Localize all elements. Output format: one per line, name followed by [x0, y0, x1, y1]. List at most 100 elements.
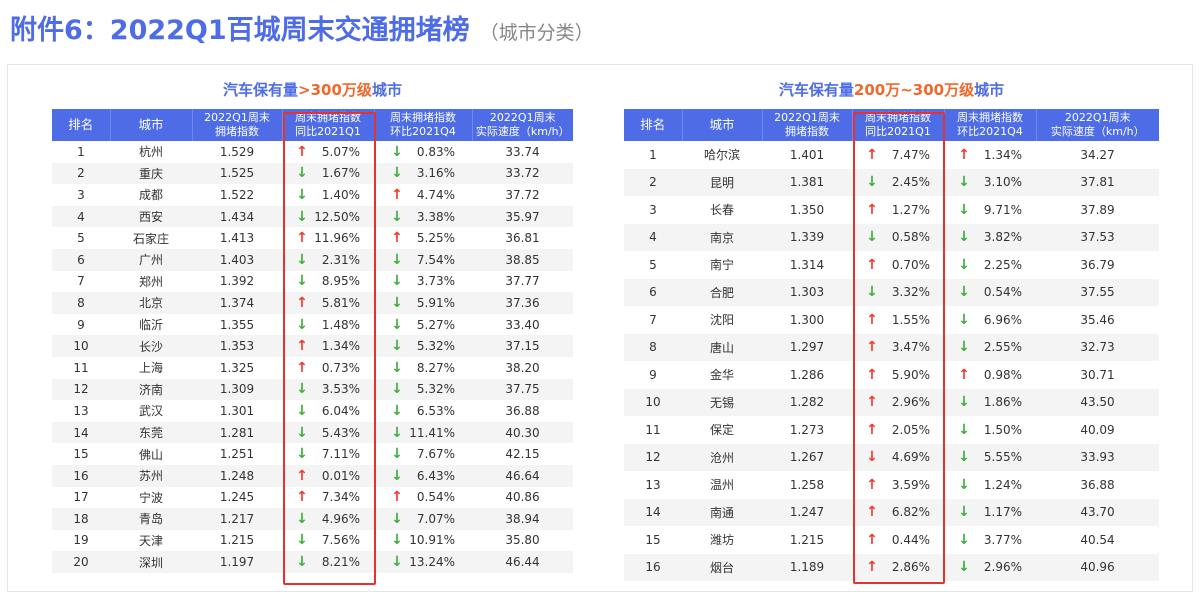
cell-city: 北京	[110, 292, 192, 314]
percent-text: 0.54%	[983, 285, 1022, 300]
arrow-up-icon: ↑	[296, 467, 308, 484]
percent-text: 1.86%	[983, 395, 1022, 410]
cell-city: 广州	[110, 248, 192, 271]
cell-qoq: ↓ 6.96%	[944, 306, 1036, 334]
cell-yoy: ↑ 7.47%	[852, 141, 944, 169]
cell-qoq: ↓ 1.17%	[944, 498, 1036, 526]
table-row: 8 北京 1.374 ↑ 5.81% ↓ 5.91% 37.36	[52, 292, 573, 314]
cell-speed: 35.97	[472, 205, 573, 228]
section-title: 汽车保有量200万~300万级城市	[624, 65, 1159, 109]
section-title-highlight: 200万~300万级	[853, 81, 975, 99]
cell-index: 1.282	[762, 388, 852, 416]
change-value: ↑ 0.54%	[391, 489, 455, 505]
cell-qoq: ↓ 3.73%	[374, 270, 472, 293]
cell-index: 1.245	[192, 486, 282, 509]
cell-city: 成都	[110, 184, 192, 206]
table-row: 14 南通 1.247 ↑ 6.82% ↓ 1.17% 43.70	[624, 498, 1159, 526]
cell-qoq: ↑ 0.98%	[944, 361, 1036, 389]
change-value: ↓ 11.41%	[391, 425, 455, 441]
change-value: ↑ 7.47%	[866, 147, 930, 163]
cell-speed: 46.64	[472, 464, 573, 487]
arrow-down-icon: ↓	[296, 316, 308, 333]
cell-yoy: ↑ 7.34%	[282, 486, 374, 509]
cell-speed: 30.71	[1036, 361, 1159, 389]
change-value: ↓ 3.16%	[391, 165, 455, 181]
percent-text: 6.96%	[983, 312, 1022, 327]
percent-text: 0.58%	[891, 230, 930, 245]
cell-speed: 37.75	[472, 378, 573, 401]
cell-speed: 32.73	[1036, 333, 1159, 361]
percent-text: 6.82%	[891, 505, 930, 520]
cell-index: 1.258	[762, 471, 852, 499]
cell-rank: 14	[624, 498, 682, 526]
arrow-down-icon: ↓	[296, 208, 308, 225]
arrow-up-icon: ↑	[296, 338, 308, 355]
header-label: 排名	[68, 117, 94, 132]
cell-city: 天津	[110, 529, 192, 552]
table-row: 7 郑州 1.392 ↓ 8.95% ↓ 3.73% 37.77	[52, 270, 573, 293]
percent-text: 3.59%	[891, 477, 930, 492]
change-value: ↓ 3.77%	[958, 532, 1022, 548]
table-row: 4 南京 1.339 ↓ 0.58% ↓ 3.82% 37.53	[624, 223, 1159, 251]
table-row: 5 石家庄 1.413 ↑ 11.96% ↑ 5.25% 36.81	[52, 227, 573, 249]
cell-index: 1.217	[192, 508, 282, 530]
arrow-down-icon: ↓	[958, 531, 970, 548]
cell-yoy: ↑ 5.07%	[282, 141, 374, 163]
table-row: 9 临沂 1.355 ↓ 1.48% ↓ 5.27% 33.40	[52, 313, 573, 336]
header-col-rank: 排名	[624, 109, 683, 141]
cell-qoq: ↓ 3.38%	[374, 205, 472, 228]
percent-text: 1.50%	[983, 422, 1022, 437]
arrow-down-icon: ↓	[958, 174, 970, 191]
table-body: 1 杭州 1.529 ↑ 5.07% ↓ 0.83% 33.74 2 重庆 1.525 ↓ 1.67% ↓…	[52, 141, 573, 573]
change-value: ↑ 1.34%	[296, 338, 360, 354]
change-value: ↓ 1.24%	[958, 477, 1022, 493]
table-row: 8 唐山 1.297 ↑ 3.47% ↓ 2.55% 32.73	[624, 333, 1159, 361]
percent-text: 1.34%	[321, 339, 360, 354]
table-row: 10 长沙 1.353 ↑ 1.34% ↓ 5.32% 37.15	[52, 335, 573, 357]
table-row: 20 深圳 1.197 ↓ 8.21% ↓ 13.24% 46.44	[52, 551, 573, 573]
table-row: 15 佛山 1.251 ↓ 7.11% ↓ 7.67% 42.15	[52, 443, 573, 465]
table-header: 排名 城市 2022Q1周末 拥堵指数 周末拥堵指数 同比2021Q1 周末拥堵指数 环比20…	[52, 109, 573, 141]
cell-rank: 20	[52, 551, 110, 573]
table-row: 10 无锡 1.282 ↑ 2.96% ↓ 1.86% 43.50	[624, 388, 1159, 416]
arrow-down-icon: ↓	[958, 394, 970, 411]
table-section-over-300w: 汽车保有量>300万级城市 排名 城市 2022Q1周末 拥堵指数 周末拥堵指数 同比20…	[52, 65, 573, 573]
cell-speed: 40.96	[1036, 553, 1159, 581]
percent-text: 1.67%	[321, 166, 360, 181]
change-value: ↑ 1.55%	[866, 312, 930, 328]
cell-rank: 11	[52, 356, 110, 379]
change-value: ↓ 3.82%	[958, 229, 1022, 245]
percent-text: 2.96%	[983, 560, 1022, 575]
percent-text: 8.27%	[416, 360, 455, 375]
arrow-down-icon: ↓	[958, 421, 970, 438]
header-label: 2022Q1周末	[204, 111, 270, 124]
cell-yoy: ↑ 5.81%	[282, 292, 374, 314]
arrow-down-icon: ↓	[296, 165, 308, 182]
cell-qoq: ↓ 3.10%	[944, 168, 1036, 196]
change-value: ↓ 1.48%	[296, 317, 360, 333]
header-label: 城市	[709, 117, 735, 132]
change-value: ↓ 3.10%	[958, 174, 1022, 190]
percent-text: 7.54%	[416, 252, 455, 267]
percent-text: 5.25%	[416, 231, 455, 246]
cell-city: 无锡	[682, 388, 762, 416]
section-title-prefix: 汽车保有量	[778, 81, 854, 99]
cell-index: 1.189	[762, 553, 852, 581]
cell-qoq: ↓ 5.32%	[374, 378, 472, 401]
percent-text: 3.77%	[983, 532, 1022, 547]
cell-speed: 35.46	[1036, 306, 1159, 334]
header-label: 周末拥堵指数	[295, 111, 361, 124]
change-value: ↓ 6.43%	[391, 468, 455, 484]
table-body: 1 哈尔滨 1.401 ↑ 7.47% ↑ 1.34% 34.27 2 昆明 1.381 ↓ 2.45%…	[624, 141, 1159, 581]
percent-text: 0.54%	[416, 490, 455, 505]
cell-yoy: ↓ 8.21%	[282, 551, 374, 573]
header-label: 2022Q1周末	[489, 111, 556, 124]
arrow-up-icon: ↑	[296, 143, 308, 160]
cell-index: 1.297	[762, 333, 852, 361]
cell-rank: 18	[52, 508, 110, 530]
cell-speed: 33.72	[472, 162, 573, 185]
percent-text: 11.96%	[314, 231, 360, 246]
page-title-text: 附件6：2022Q1百城周末交通拥堵榜	[10, 15, 470, 46]
arrow-up-icon: ↑	[958, 366, 970, 383]
cell-qoq: ↑ 1.34%	[944, 141, 1036, 169]
